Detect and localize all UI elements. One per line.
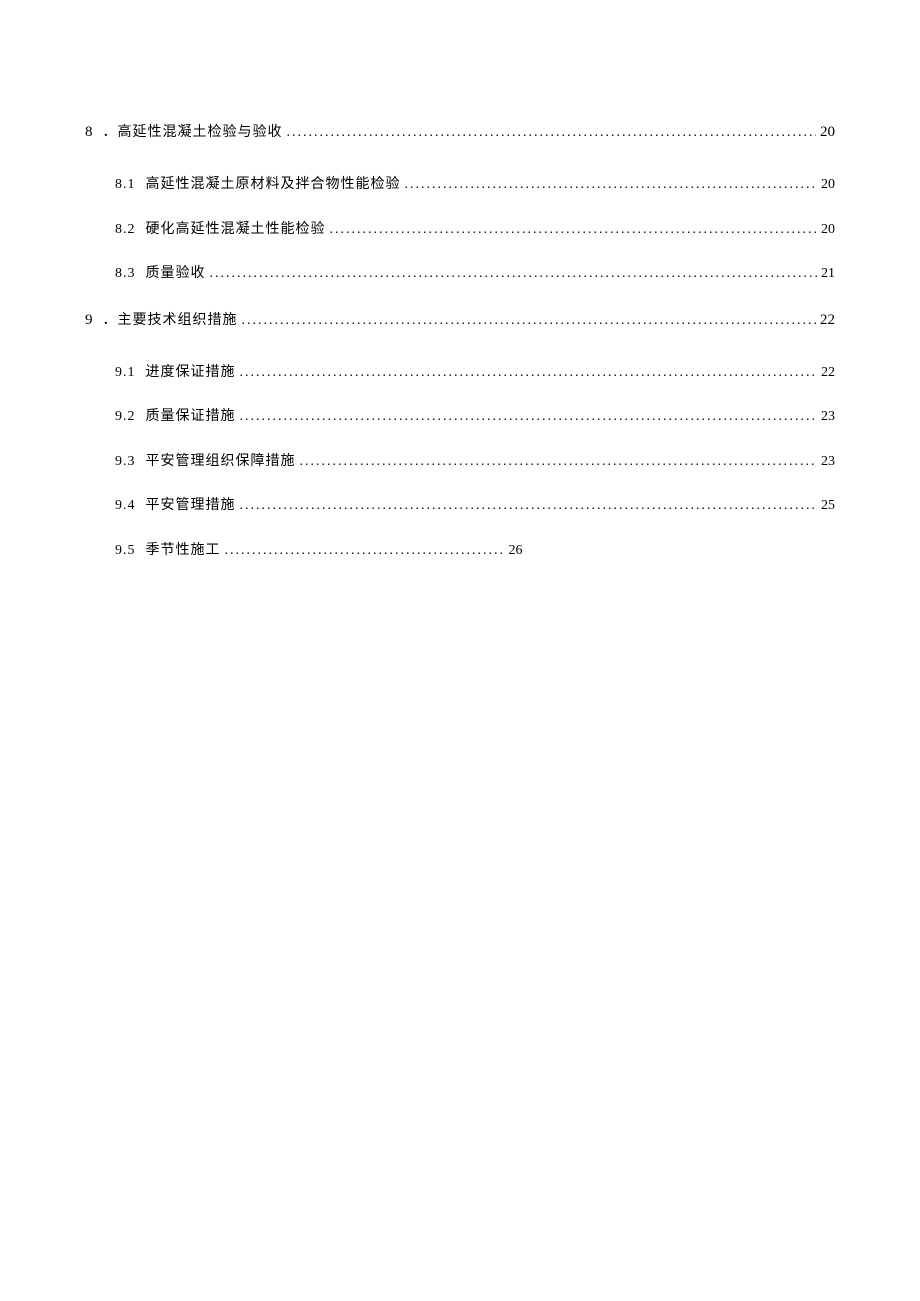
toc-page: 20: [821, 174, 835, 196]
toc-entry: 9.3 平安管理组织保障措施 23: [85, 451, 835, 473]
toc-title: 硬化高延性混凝土性能检验: [146, 219, 326, 241]
toc-leader: [210, 263, 818, 285]
toc-leader: [287, 122, 817, 144]
toc-leader: [405, 174, 818, 196]
toc-leader: [240, 362, 818, 384]
toc-leader: [300, 451, 818, 473]
toc-page: 21: [821, 263, 835, 285]
toc-page: 23: [821, 451, 835, 473]
toc-title: 质量保证措施: [146, 406, 236, 428]
toc-number: 9.4: [115, 495, 136, 517]
toc-entry: 9 ．主要技术组织措施 22: [85, 308, 835, 332]
toc-page: 20: [821, 219, 835, 241]
toc-page: 25: [821, 495, 835, 517]
toc-number: 9.2: [115, 406, 136, 428]
toc-page: 26: [509, 540, 523, 562]
toc-title: 平安管理组织保障措施: [146, 451, 296, 473]
toc-page: 22: [820, 308, 835, 332]
toc-section-9: 9 ．主要技术组织措施 22 9.1 进度保证措施 22 9.2 质量保证措施 …: [85, 308, 835, 562]
toc-number: 8.1: [115, 174, 136, 196]
toc-entry: 8.1 高延性混凝土原材料及拌合物性能检验 20: [85, 174, 835, 196]
toc-title: 质量验收: [146, 263, 206, 285]
toc-entry: 9.1 进度保证措施 22: [85, 362, 835, 384]
toc-leader: [225, 540, 505, 562]
toc-entry: 8.2 硬化高延性混凝土性能检验 20: [85, 219, 835, 241]
toc-page: 23: [821, 406, 835, 428]
toc-number: 9.1: [115, 362, 136, 384]
toc-number: 8: [85, 120, 93, 144]
toc-number: 9.5: [115, 540, 136, 562]
toc-number: 8.3: [115, 263, 136, 285]
toc-title: ．主要技术组织措施: [103, 310, 238, 332]
toc-page: 22: [821, 362, 835, 384]
toc-title: 高延性混凝土原材料及拌合物性能检验: [146, 174, 401, 196]
toc-entry: 9.4 平安管理措施 25: [85, 495, 835, 517]
toc-section-8: 8 ．高延性混凝土检验与验收 20 8.1 高延性混凝土原材料及拌合物性能检验 …: [85, 120, 835, 286]
toc-leader: [240, 495, 818, 517]
toc-leader: [240, 406, 818, 428]
toc-number: 9: [85, 308, 93, 332]
toc-entry: 8 ．高延性混凝土检验与验收 20: [85, 120, 835, 144]
toc-number: 8.2: [115, 219, 136, 241]
toc-page: 20: [820, 120, 835, 144]
toc-title: ．高延性混凝土检验与验收: [103, 122, 283, 144]
toc-title: 平安管理措施: [146, 495, 236, 517]
toc-entry: 9.2 质量保证措施 23: [85, 406, 835, 428]
toc-number: 9.3: [115, 451, 136, 473]
toc-entry: 9.5 季节性施工 26: [85, 540, 835, 562]
toc-leader: [242, 310, 817, 332]
toc-entry: 8.3 质量验收 21: [85, 263, 835, 285]
toc-title: 季节性施工: [146, 540, 221, 562]
toc-title: 进度保证措施: [146, 362, 236, 384]
toc-leader: [330, 219, 818, 241]
toc-container: 8 ．高延性混凝土检验与验收 20 8.1 高延性混凝土原材料及拌合物性能检验 …: [85, 120, 835, 562]
